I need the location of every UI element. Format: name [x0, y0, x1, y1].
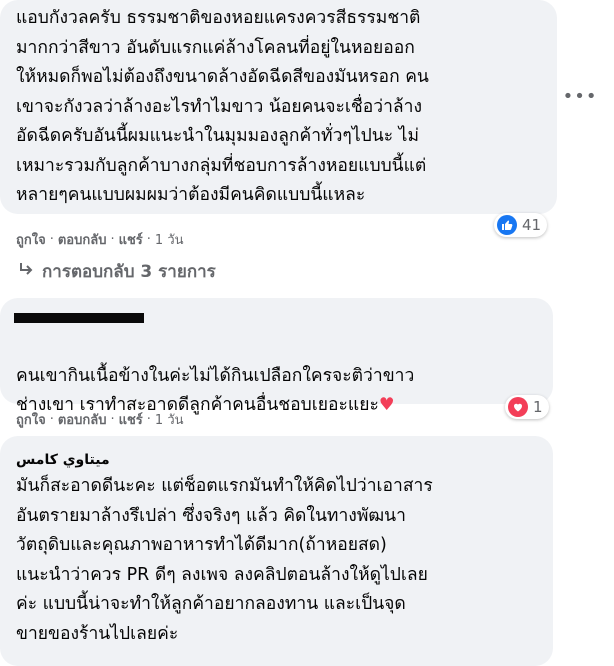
comment-actions: ถูกใจ · ตอบกลับ · แชร์ · 1 วัน [16, 229, 184, 250]
love-icon [508, 397, 528, 417]
comment-bubble: แอบกังวลครับ ธรรมชาติของหอยแครงควรสีธรรม… [0, 0, 557, 214]
separator: · [110, 412, 115, 427]
comment-text: คนเขากินเนื้อข้างในค่ะไม่ได้กินเปลือกใคร… [16, 332, 546, 421]
view-replies-label: การตอบกลับ 3 รายการ [42, 262, 216, 282]
like-link[interactable]: ถูกใจ [16, 229, 46, 250]
reaction-count: 1 [533, 398, 543, 416]
reply-link[interactable]: ตอบกลับ [58, 409, 107, 430]
separator: · [49, 412, 54, 427]
comment-text: แอบกังวลครับ ธรรมชาติของหอยแครงควรสีธรรม… [16, 8, 429, 205]
comment-text: มันก็สะอาดดีนะคะ แต่ช็อตแรกมันทำให้คิดไป… [16, 476, 433, 644]
comment-bubble: คนเขากินเนื้อข้างในค่ะไม่ได้กินเปลือกใคร… [0, 298, 553, 415]
reply-arrow-icon [18, 261, 34, 282]
like-icon [497, 215, 517, 235]
comment-bubble: ميتاوي كامس มันก็สะอาดดีนะคะ แต่ช็อตแรกม… [0, 436, 553, 666]
like-link[interactable]: ถูกใจ [16, 409, 46, 430]
separator: · [146, 232, 151, 247]
reaction-count: 41 [522, 216, 542, 234]
timestamp[interactable]: 1 วัน [155, 229, 184, 250]
separator: · [49, 232, 54, 247]
reply-link[interactable]: ตอบกลับ [58, 229, 107, 250]
share-link[interactable]: แชร์ [119, 409, 143, 430]
separator: · [146, 412, 151, 427]
author-name-redacted[interactable] [14, 309, 144, 323]
redaction-bar [14, 313, 144, 323]
view-replies-link[interactable]: การตอบกลับ 3 รายการ [18, 258, 216, 285]
author-name[interactable]: ميتاوي كامس [16, 452, 110, 468]
reaction-summary[interactable]: 1 [505, 395, 549, 419]
comment-actions: ถูกใจ · ตอบกลับ · แชร์ · 1 วัน [16, 409, 184, 430]
share-link[interactable]: แชร์ [119, 229, 143, 250]
reaction-summary[interactable]: 41 [494, 213, 548, 237]
separator: · [110, 232, 115, 247]
more-options-icon[interactable]: ••• [563, 86, 597, 107]
timestamp[interactable]: 1 วัน [155, 409, 184, 430]
comment-text-content: คนเขากินเนื้อข้างในค่ะไม่ได้กินเปลือกใคร… [16, 365, 415, 416]
heart-emoji-icon: ♥ [378, 395, 395, 415]
